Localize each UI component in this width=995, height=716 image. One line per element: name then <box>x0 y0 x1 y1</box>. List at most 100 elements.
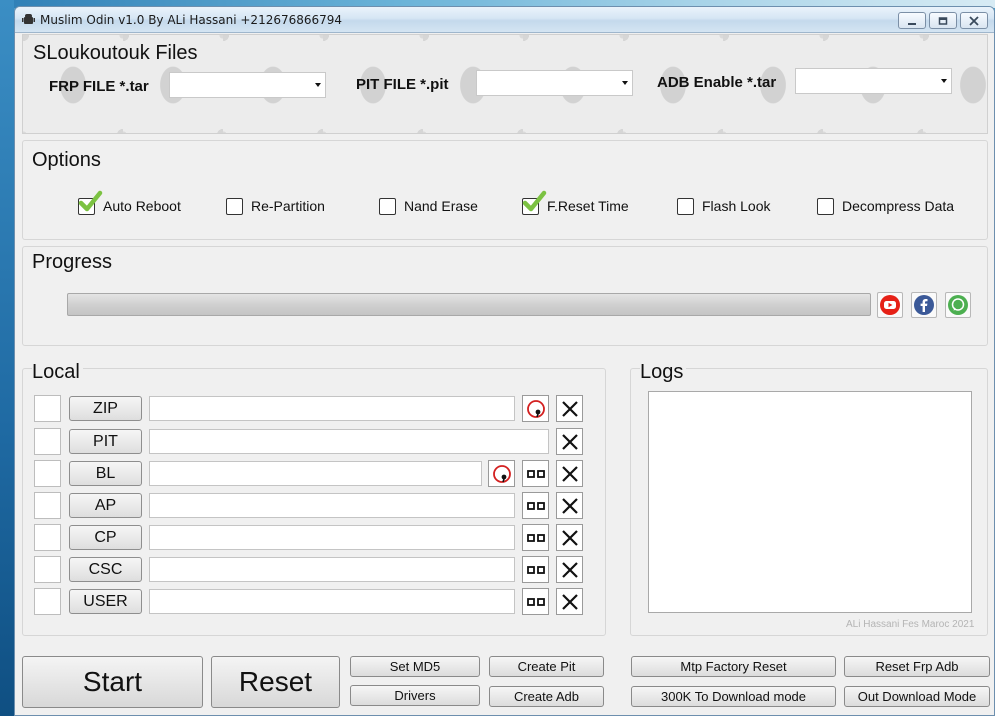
csc-button[interactable]: CSC <box>69 557 142 582</box>
load-file-icon <box>526 399 545 418</box>
ap-path-field[interactable] <box>149 493 515 518</box>
checkbox[interactable] <box>817 197 834 215</box>
zip-checkbox[interactable] <box>34 395 61 422</box>
bl-browse-button[interactable] <box>522 460 549 487</box>
chevron-down-icon <box>941 79 947 83</box>
set-md5-button[interactable]: Set MD5 <box>350 656 480 677</box>
ap-clear-button[interactable] <box>556 492 583 519</box>
credit-text: ALi Hassani Fes Maroc 2021 <box>846 619 975 630</box>
progress-title: Progress <box>32 251 113 273</box>
bl-clear-button[interactable] <box>556 460 583 487</box>
option-label: Auto Reboot <box>103 198 181 214</box>
window-title: Muslim Odin v1.0 By ALi Hassani +2126768… <box>40 13 343 27</box>
user-checkbox[interactable] <box>34 588 61 615</box>
bl-path-field[interactable] <box>149 461 482 486</box>
logs-textarea[interactable] <box>648 391 972 613</box>
desktop-edge <box>0 0 14 716</box>
reset-button[interactable]: Reset <box>211 656 340 708</box>
youtube-button[interactable] <box>877 292 903 318</box>
cp-checkbox[interactable] <box>34 524 61 551</box>
close-icon <box>561 497 578 514</box>
pit-path-field[interactable] <box>149 429 549 454</box>
zip-load-button[interactable] <box>522 395 549 422</box>
user-path-field[interactable] <box>149 589 515 614</box>
facebook-icon <box>914 295 934 315</box>
close-icon <box>561 433 578 450</box>
reset-frp-adb-button[interactable]: Reset Frp Adb <box>844 656 990 677</box>
option-label: F.Reset Time <box>547 198 629 214</box>
chevron-down-icon <box>315 83 321 87</box>
minimize-icon <box>908 22 916 25</box>
chevron-down-icon <box>622 81 628 85</box>
whatsapp-button[interactable] <box>945 292 971 318</box>
create-pit-button[interactable]: Create Pit <box>489 656 604 677</box>
browse-icon <box>526 469 545 478</box>
user-browse-button[interactable] <box>522 588 549 615</box>
cp-clear-button[interactable] <box>556 524 583 551</box>
frp-file-label: FRP FILE *.tar <box>49 78 149 95</box>
bl-load-button[interactable] <box>488 460 515 487</box>
start-button[interactable]: Start <box>22 656 203 708</box>
mtp-factory-reset-button[interactable]: Mtp Factory Reset <box>631 656 836 677</box>
checkbox[interactable] <box>226 197 243 215</box>
title-bar[interactable]: Muslim Odin v1.0 By ALi Hassani +2126768… <box>15 7 994 33</box>
pit-button[interactable]: PIT <box>69 429 142 454</box>
close-icon <box>561 561 578 578</box>
progress-bar <box>67 293 871 316</box>
browse-icon <box>526 565 545 574</box>
out-download-mode-button[interactable]: Out Download Mode <box>844 686 990 707</box>
app-window: Muslim Odin v1.0 By ALi Hassani +2126768… <box>14 6 995 716</box>
zip-clear-button[interactable] <box>556 395 583 422</box>
close-window-button[interactable] <box>960 12 988 29</box>
whatsapp-icon <box>948 295 968 315</box>
create-adb-button[interactable]: Create Adb <box>489 686 604 707</box>
user-clear-button[interactable] <box>556 588 583 615</box>
local-title: Local <box>32 361 83 384</box>
csc-clear-button[interactable] <box>556 556 583 583</box>
minimize-button[interactable] <box>898 12 926 29</box>
bl-button[interactable]: BL <box>69 461 142 486</box>
pit-file-select[interactable] <box>476 70 633 96</box>
files-title: SLoukoutouk Files <box>33 42 198 64</box>
checkmark-icon <box>522 190 547 211</box>
ap-button[interactable]: AP <box>69 493 142 518</box>
option-decompress-data[interactable]: Decompress Data <box>817 196 954 216</box>
close-icon <box>969 15 979 26</box>
checkbox[interactable] <box>379 197 396 215</box>
checkmark-icon <box>78 190 103 211</box>
option-nand-erase[interactable]: Nand Erase <box>379 196 478 216</box>
checkbox[interactable] <box>522 190 547 215</box>
zip-button[interactable]: ZIP <box>69 396 142 421</box>
csc-path-field[interactable] <box>149 557 515 582</box>
facebook-button[interactable] <box>911 292 937 318</box>
cp-button[interactable]: CP <box>69 525 142 550</box>
download-mode-300k-button[interactable]: 300K To Download mode <box>631 686 836 707</box>
adb-enable-label: ADB Enable *.tar <box>657 74 777 91</box>
close-icon <box>561 400 578 417</box>
option-auto-reboot[interactable]: Auto Reboot <box>78 190 181 216</box>
frp-file-select[interactable] <box>169 72 326 98</box>
zip-path-field[interactable] <box>149 396 515 421</box>
checkbox[interactable] <box>78 190 103 215</box>
ap-browse-button[interactable] <box>522 492 549 519</box>
option-flash-look[interactable]: Flash Look <box>677 196 770 216</box>
csc-checkbox[interactable] <box>34 556 61 583</box>
cp-browse-button[interactable] <box>522 524 549 551</box>
pit-clear-button[interactable] <box>556 428 583 455</box>
csc-browse-button[interactable] <box>522 556 549 583</box>
option-label: Decompress Data <box>842 198 955 214</box>
adb-enable-select[interactable] <box>795 68 952 94</box>
logs-title: Logs <box>640 361 687 384</box>
bl-checkbox[interactable] <box>34 460 61 487</box>
option-label: Re-Partition <box>251 198 325 214</box>
drivers-button[interactable]: Drivers <box>350 685 480 706</box>
cp-path-field[interactable] <box>149 525 515 550</box>
option-re-partition[interactable]: Re-Partition <box>226 196 325 216</box>
user-button[interactable]: USER <box>69 589 142 614</box>
android-app-icon <box>22 14 35 24</box>
restore-button[interactable] <box>929 12 957 29</box>
checkbox[interactable] <box>677 197 694 215</box>
pit-checkbox[interactable] <box>34 428 61 455</box>
option-f-reset-time[interactable]: F.Reset Time <box>522 190 629 216</box>
ap-checkbox[interactable] <box>34 492 61 519</box>
